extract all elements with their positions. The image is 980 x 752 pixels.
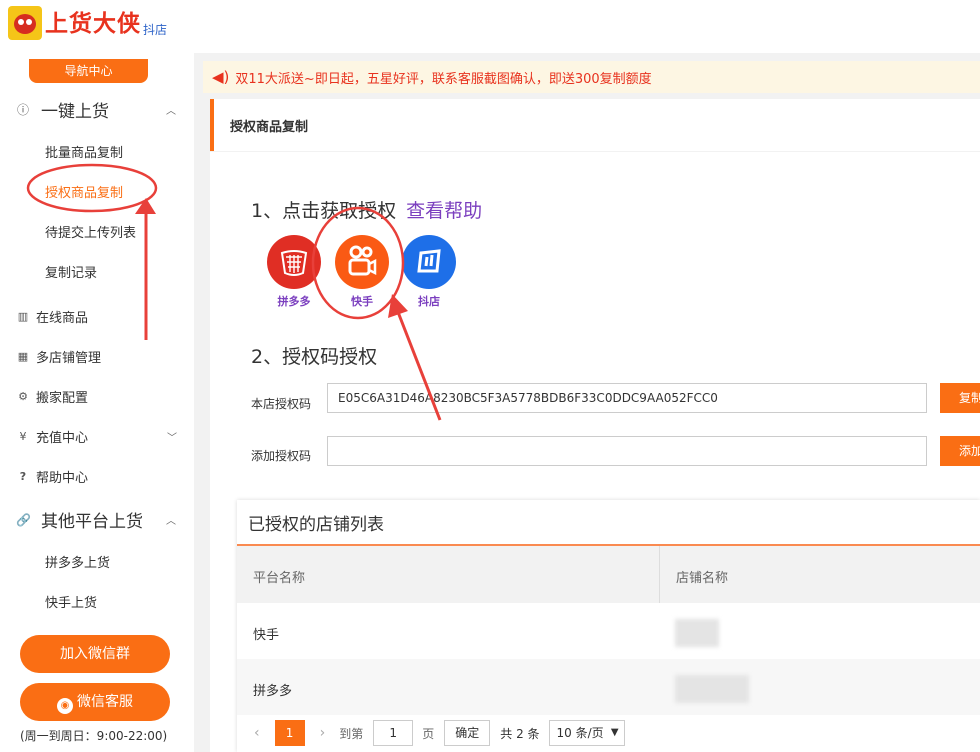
page-current[interactable]: 1 [274, 720, 305, 746]
wechat-icon: ◉ [57, 698, 73, 714]
column-header-platform: 平台名称 [253, 571, 306, 586]
app-header: 上货大侠 抖店 [0, 0, 980, 53]
question-icon: ? [19, 470, 27, 483]
sidebar-item-migration-config[interactable]: ⚙ 搬家配置 [17, 387, 177, 406]
nav-center-tab[interactable]: 导航中心 [29, 59, 148, 83]
cell-platform: 拼多多 [253, 684, 293, 699]
total-count: 共 2 条 [500, 726, 540, 741]
page-size-select[interactable]: 10 条/页 ▼ [548, 720, 625, 746]
pinduoduo-icon [267, 235, 321, 289]
service-hours: (周一到周日：9:00-22:00) [20, 729, 168, 743]
add-code-button[interactable]: 添加 [940, 436, 980, 466]
gear-icon: ⚙ [18, 390, 28, 403]
pagination: ‹ 1 › 到第 1 页 确定 共 2 条 10 条/页 ▼ [237, 714, 980, 752]
sidebar-group-other-platforms[interactable]: 🔗 其他平台上货 ︿ [16, 507, 178, 532]
sidebar: 导航中心 ⓘ 一键上货 ︿ 批量商品复制 授权商品复制 待提交上传列表 复制记录… [0, 53, 194, 752]
goto-label: 到第 [339, 726, 364, 741]
add-code-input[interactable] [327, 436, 927, 466]
kuaishou-icon [335, 235, 389, 289]
platform-pdd[interactable]: 拼多多 [266, 235, 322, 309]
sidebar-group-one-click[interactable]: ⓘ 一键上货 ︿ [16, 97, 178, 122]
sidebar-item-help[interactable]: ? 帮助中心 [17, 467, 177, 486]
sidebar-item-online-products[interactable]: ▥ 在线商品 [17, 307, 177, 326]
sidebar-item-label: 在线商品 [36, 311, 89, 326]
logo-mascot-icon [8, 6, 42, 40]
sidebar-item-batch-copy[interactable]: 批量商品复制 [45, 142, 123, 161]
column-header-store: 店铺名称 [676, 571, 729, 586]
goto-page-input[interactable]: 1 [373, 720, 414, 746]
add-code-label: 添加授权码 [251, 449, 312, 463]
brand-subtitle: 抖店 [143, 23, 168, 37]
notice-bar: ◀) 双11大派送~即日起，五星好评，联系客服截图确认，即送300复制额度 [203, 61, 980, 93]
join-wechat-group-button[interactable]: 加入微信群 [20, 635, 170, 673]
chevron-down-icon: ▼ [610, 727, 619, 738]
chevron-right-icon[interactable]: › [320, 725, 326, 741]
step1-title: 1、点击获取授权 查看帮助 [251, 196, 482, 223]
table-row: 快手 [237, 603, 980, 659]
authorized-stores-table: 已授权的店铺列表 平台名称 店铺名称 快手 拼多多 ‹ 1 › 到第 1 页 确… [237, 500, 980, 752]
sidebar-item-label: 多店铺管理 [36, 351, 102, 366]
step2-title: 2、授权码授权 [251, 346, 378, 368]
notice-text: 双11大派送~即日起，五星好评，联系客服截图确认，即送300复制额度 [235, 71, 652, 87]
platform-name: 抖店 [418, 295, 440, 308]
sidebar-item-recharge[interactable]: ¥ 充值中心 ﹀ [17, 427, 178, 446]
wechat-service-label: 微信客服 [77, 694, 133, 710]
table-row: 拼多多 [237, 659, 980, 715]
platform-kuaishou[interactable]: 快手 [334, 235, 390, 309]
sidebar-item-copy-records[interactable]: 复制记录 [45, 262, 97, 281]
sidebar-item-pdd-upload[interactable]: 拼多多上货 [45, 552, 110, 571]
platform-name: 拼多多 [277, 295, 311, 308]
link-icon: 🔗 [16, 512, 31, 527]
goto-confirm-button[interactable]: 确定 [444, 720, 491, 746]
page-size-value: 10 条/页 [556, 726, 604, 740]
grid-icon: ▥ [17, 310, 29, 323]
sidebar-item-auth-copy[interactable]: 授权商品复制 [45, 182, 123, 201]
chevron-up-icon: ︿ [166, 106, 176, 117]
copy-code-button[interactable]: 复制 [940, 383, 980, 413]
sidebar-item-store-management[interactable]: ▦ 多店铺管理 [17, 347, 177, 366]
info-circle-icon: ⓘ [16, 103, 29, 117]
stores-icon: ▦ [17, 350, 29, 363]
help-link[interactable]: 查看帮助 [406, 200, 482, 222]
chevron-left-icon[interactable]: ‹ [254, 725, 260, 741]
step1-text: 1、点击获取授权 [251, 200, 397, 222]
wechat-service-button[interactable]: ◉ 微信客服 [20, 683, 170, 721]
card-header: 授权商品复制 [210, 99, 980, 151]
column-separator [659, 546, 660, 603]
table-header: 平台名称 店铺名称 [237, 546, 980, 603]
platform-doudian[interactable]: 抖店 [401, 235, 457, 309]
speaker-icon: ◀) [212, 68, 230, 86]
this-store-code-label: 本店授权码 [251, 397, 312, 411]
chevron-down-icon: ﹀ [167, 433, 177, 444]
this-store-code-field[interactable]: E05C6A31D46A8230BC5F3A5778BDB6F33C0DDC9A… [327, 383, 927, 413]
yen-icon: ¥ [19, 430, 27, 443]
cell-store-redacted [675, 619, 719, 647]
brand-logo[interactable]: 上货大侠 抖店 [8, 6, 167, 40]
sidebar-group-label: 一键上货 [41, 102, 109, 122]
table-title: 已授权的店铺列表 [248, 515, 384, 535]
brand-title: 上货大侠 [45, 11, 141, 37]
sidebar-item-label: 帮助中心 [36, 471, 89, 486]
sidebar-group-label: 其他平台上货 [41, 512, 143, 532]
platform-name: 快手 [351, 295, 373, 308]
chevron-up-icon: ︿ [166, 516, 176, 527]
sidebar-item-ks-upload[interactable]: 快手上货 [45, 592, 97, 611]
cell-platform: 快手 [253, 628, 280, 643]
page-label: 页 [422, 726, 435, 741]
sidebar-item-label: 搬家配置 [36, 391, 89, 406]
card-title: 授权商品复制 [230, 120, 309, 135]
doudian-icon [402, 235, 456, 289]
sidebar-item-pending-list[interactable]: 待提交上传列表 [45, 222, 136, 241]
cell-store-redacted [675, 675, 749, 703]
sidebar-item-label: 充值中心 [36, 431, 89, 446]
